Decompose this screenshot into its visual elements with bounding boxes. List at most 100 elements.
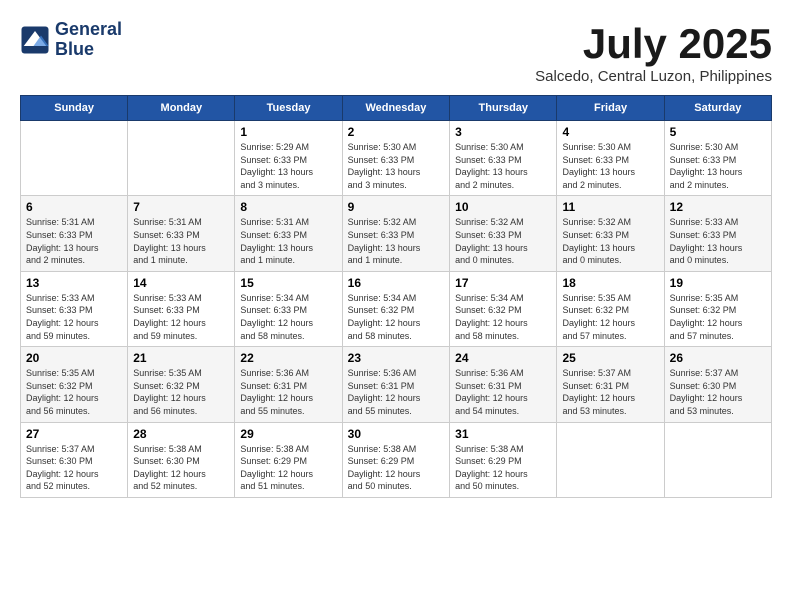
day-number: 7 (133, 200, 229, 214)
day-info: Sunrise: 5:37 AM Sunset: 6:30 PM Dayligh… (26, 443, 122, 493)
day-info: Sunrise: 5:38 AM Sunset: 6:29 PM Dayligh… (348, 443, 444, 493)
day-info: Sunrise: 5:36 AM Sunset: 6:31 PM Dayligh… (455, 367, 551, 417)
day-info: Sunrise: 5:38 AM Sunset: 6:29 PM Dayligh… (455, 443, 551, 493)
weekday-header-tuesday: Tuesday (235, 96, 342, 121)
day-number: 1 (240, 125, 336, 139)
day-info: Sunrise: 5:33 AM Sunset: 6:33 PM Dayligh… (26, 292, 122, 342)
calendar-cell: 2 Sunrise: 5:30 AM Sunset: 6:33 PM Daylig… (342, 121, 449, 196)
day-number: 9 (348, 200, 444, 214)
calendar-cell: 16 Sunrise: 5:34 AM Sunset: 6:32 PM Dayli… (342, 271, 449, 346)
location-subtitle: Salcedo, Central Luzon, Philippines (535, 68, 772, 85)
day-number: 19 (670, 276, 766, 290)
title-block: July 2025 Salcedo, Central Luzon, Philip… (535, 20, 772, 85)
day-number: 31 (455, 427, 551, 441)
day-number: 15 (240, 276, 336, 290)
day-info: Sunrise: 5:29 AM Sunset: 6:33 PM Dayligh… (240, 141, 336, 191)
calendar-cell: 23 Sunrise: 5:36 AM Sunset: 6:31 PM Dayli… (342, 347, 449, 422)
day-number: 5 (670, 125, 766, 139)
day-info: Sunrise: 5:32 AM Sunset: 6:33 PM Dayligh… (348, 216, 444, 266)
day-number: 21 (133, 351, 229, 365)
calendar-cell: 30Sunrise: 5:38 AM Sunset: 6:29 PM Dayli… (342, 422, 449, 497)
day-info: Sunrise: 5:34 AM Sunset: 6:32 PM Dayligh… (348, 292, 444, 342)
day-info: Sunrise: 5:32 AM Sunset: 6:33 PM Dayligh… (455, 216, 551, 266)
calendar-cell: 14 Sunrise: 5:33 AM Sunset: 6:33 PM Dayli… (128, 271, 235, 346)
day-info: Sunrise: 5:36 AM Sunset: 6:31 PM Dayligh… (240, 367, 336, 417)
weekday-header-wednesday: Wednesday (342, 96, 449, 121)
calendar-cell: 15Sunrise: 5:34 AM Sunset: 6:33 PM Dayli… (235, 271, 342, 346)
calendar-cell: 1 Sunrise: 5:29 AM Sunset: 6:33 PM Daylig… (235, 121, 342, 196)
day-number: 14 (133, 276, 229, 290)
calendar-table: SundayMondayTuesdayWednesdayThursdayFrid… (20, 95, 772, 498)
day-number: 18 (562, 276, 658, 290)
day-info: Sunrise: 5:37 AM Sunset: 6:31 PM Dayligh… (562, 367, 658, 417)
logo: General Blue (20, 20, 122, 60)
calendar-cell: 13Sunrise: 5:33 AM Sunset: 6:33 PM Dayli… (21, 271, 128, 346)
day-number: 8 (240, 200, 336, 214)
day-info: Sunrise: 5:31 AM Sunset: 6:33 PM Dayligh… (26, 216, 122, 266)
day-number: 4 (562, 125, 658, 139)
calendar-week-5: 27 Sunrise: 5:37 AM Sunset: 6:30 PM Dayli… (21, 422, 772, 497)
day-number: 12 (670, 200, 766, 214)
calendar-cell: 21Sunrise: 5:35 AM Sunset: 6:32 PM Dayli… (128, 347, 235, 422)
day-number: 16 (348, 276, 444, 290)
calendar-cell: 12 Sunrise: 5:33 AM Sunset: 6:33 PM Dayli… (664, 196, 771, 271)
calendar-week-2: 6 Sunrise: 5:31 AM Sunset: 6:33 PM Daylig… (21, 196, 772, 271)
weekday-header-sunday: Sunday (21, 96, 128, 121)
day-info: Sunrise: 5:36 AM Sunset: 6:31 PM Dayligh… (348, 367, 444, 417)
day-info: Sunrise: 5:31 AM Sunset: 6:33 PM Dayligh… (133, 216, 229, 266)
weekday-header-monday: Monday (128, 96, 235, 121)
day-number: 23 (348, 351, 444, 365)
day-number: 3 (455, 125, 551, 139)
calendar-week-4: 20Sunrise: 5:35 AM Sunset: 6:32 PM Dayli… (21, 347, 772, 422)
day-info: Sunrise: 5:30 AM Sunset: 6:33 PM Dayligh… (562, 141, 658, 191)
day-info: Sunrise: 5:33 AM Sunset: 6:33 PM Dayligh… (670, 216, 766, 266)
day-number: 6 (26, 200, 122, 214)
day-number: 26 (670, 351, 766, 365)
day-number: 27 (26, 427, 122, 441)
day-info: Sunrise: 5:31 AM Sunset: 6:33 PM Dayligh… (240, 216, 336, 266)
logo-icon (20, 25, 50, 55)
calendar-cell: 29Sunrise: 5:38 AM Sunset: 6:29 PM Dayli… (235, 422, 342, 497)
day-number: 29 (240, 427, 336, 441)
weekday-header-thursday: Thursday (450, 96, 557, 121)
day-number: 17 (455, 276, 551, 290)
month-title: July 2025 (535, 20, 772, 68)
day-number: 24 (455, 351, 551, 365)
calendar-cell (21, 121, 128, 196)
page-header: General Blue July 2025 Salcedo, Central … (20, 20, 772, 85)
calendar-cell: 18 Sunrise: 5:35 AM Sunset: 6:32 PM Dayli… (557, 271, 664, 346)
day-number: 20 (26, 351, 122, 365)
day-info: Sunrise: 5:33 AM Sunset: 6:33 PM Dayligh… (133, 292, 229, 342)
day-info: Sunrise: 5:30 AM Sunset: 6:33 PM Dayligh… (670, 141, 766, 191)
calendar-cell (664, 422, 771, 497)
day-info: Sunrise: 5:32 AM Sunset: 6:33 PM Dayligh… (562, 216, 658, 266)
calendar-cell: 28Sunrise: 5:38 AM Sunset: 6:30 PM Dayli… (128, 422, 235, 497)
day-info: Sunrise: 5:30 AM Sunset: 6:33 PM Dayligh… (455, 141, 551, 191)
day-info: Sunrise: 5:34 AM Sunset: 6:32 PM Dayligh… (455, 292, 551, 342)
calendar-cell: 19Sunrise: 5:35 AM Sunset: 6:32 PM Dayli… (664, 271, 771, 346)
logo-line2: Blue (55, 40, 122, 60)
calendar-cell: 10 Sunrise: 5:32 AM Sunset: 6:33 PM Dayli… (450, 196, 557, 271)
calendar-cell (557, 422, 664, 497)
calendar-cell: 27 Sunrise: 5:37 AM Sunset: 6:30 PM Dayli… (21, 422, 128, 497)
weekday-header-saturday: Saturday (664, 96, 771, 121)
calendar-cell: 5 Sunrise: 5:30 AM Sunset: 6:33 PM Daylig… (664, 121, 771, 196)
day-number: 11 (562, 200, 658, 214)
calendar-cell: 22Sunrise: 5:36 AM Sunset: 6:31 PM Dayli… (235, 347, 342, 422)
day-number: 25 (562, 351, 658, 365)
day-number: 28 (133, 427, 229, 441)
calendar-cell: 3 Sunrise: 5:30 AM Sunset: 6:33 PM Daylig… (450, 121, 557, 196)
day-number: 2 (348, 125, 444, 139)
logo-text: General Blue (55, 20, 122, 60)
day-number: 10 (455, 200, 551, 214)
weekday-header-row: SundayMondayTuesdayWednesdayThursdayFrid… (21, 96, 772, 121)
calendar-cell: 17 Sunrise: 5:34 AM Sunset: 6:32 PM Dayli… (450, 271, 557, 346)
calendar-cell: 6 Sunrise: 5:31 AM Sunset: 6:33 PM Daylig… (21, 196, 128, 271)
calendar-cell: 4 Sunrise: 5:30 AM Sunset: 6:33 PM Daylig… (557, 121, 664, 196)
day-info: Sunrise: 5:37 AM Sunset: 6:30 PM Dayligh… (670, 367, 766, 417)
day-info: Sunrise: 5:35 AM Sunset: 6:32 PM Dayligh… (562, 292, 658, 342)
calendar-cell: 8 Sunrise: 5:31 AM Sunset: 6:33 PM Daylig… (235, 196, 342, 271)
calendar-cell (128, 121, 235, 196)
day-info: Sunrise: 5:30 AM Sunset: 6:33 PM Dayligh… (348, 141, 444, 191)
calendar-cell: 24 Sunrise: 5:36 AM Sunset: 6:31 PM Dayli… (450, 347, 557, 422)
